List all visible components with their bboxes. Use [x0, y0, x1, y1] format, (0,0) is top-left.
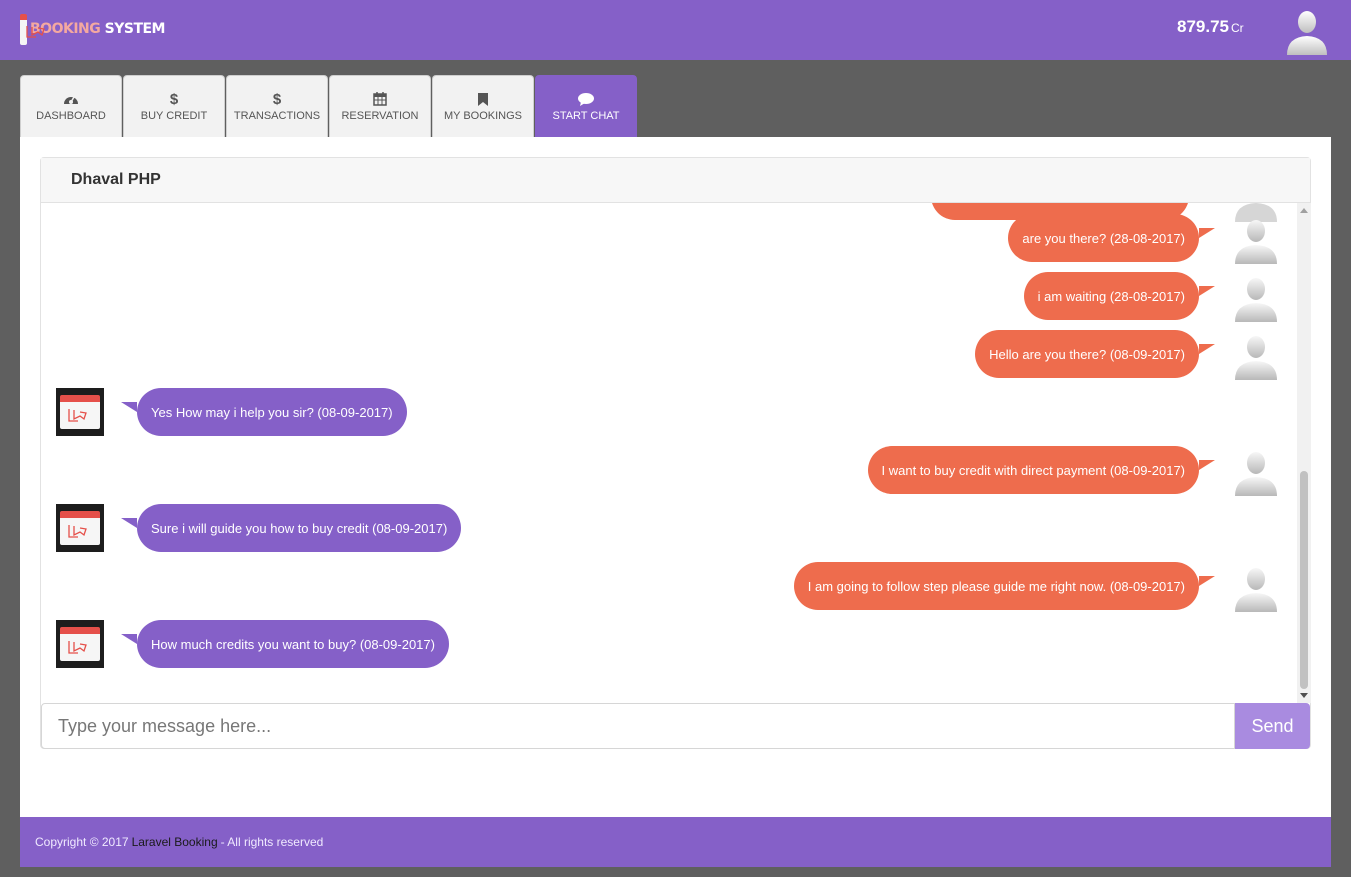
tab-dashboard[interactable]: DASHBOARD: [20, 75, 122, 137]
footer: Copyright © 2017 Laravel Booking - All r…: [20, 817, 1331, 867]
tab-reservation[interactable]: RESERVATION: [329, 75, 431, 137]
dollar-icon: $: [272, 90, 282, 108]
message-incoming: Sure i will guide you how to buy credit …: [120, 504, 462, 552]
message-outgoing: i am waiting (28-08-2017): [1023, 272, 1216, 320]
message-bubble: are you there? (28-08-2017): [1008, 214, 1215, 262]
send-button[interactable]: Send: [1235, 703, 1310, 749]
scroll-down-arrow-icon[interactable]: [1300, 693, 1308, 698]
main-nav: DASHBOARD $ BUY CREDIT $ TRANSACTIONS RE…: [20, 75, 638, 137]
admin-avatar-icon: [56, 620, 104, 668]
logo-calendar-icon: [20, 13, 45, 45]
credit-value: 879.75: [1177, 17, 1229, 36]
scroll-thumb[interactable]: [1300, 471, 1308, 689]
tab-buy-credit[interactable]: $ BUY CREDIT: [123, 75, 225, 137]
message-bubble: Yes How may i help you sir? (08-09-2017): [121, 388, 407, 436]
user-avatar-icon[interactable]: [1283, 5, 1331, 55]
message-outgoing: I am going to follow step please guide m…: [793, 562, 1216, 610]
message-outgoing: are you there? (28-08-2017): [1007, 214, 1215, 262]
main-panel: Dhaval PHP are you there? (28-08-2017) i…: [20, 137, 1331, 817]
message-bubble: I am going to follow step please guide m…: [793, 562, 1216, 610]
copyright-text: Copyright © 2017: [35, 835, 129, 849]
tab-transactions[interactable]: $ TRANSACTIONS: [226, 75, 328, 137]
tab-my-bookings[interactable]: MY BOOKINGS: [432, 75, 534, 137]
message-incoming: How much credits you want to buy? (08-09…: [121, 620, 450, 668]
message-bubble: I want to buy credit with direct payment…: [867, 446, 1216, 494]
message-bubble: How much credits you want to buy? (08-09…: [121, 620, 449, 668]
tab-label: BUY CREDIT: [140, 110, 208, 122]
message-input[interactable]: [41, 703, 1235, 749]
admin-avatar-icon: [56, 504, 104, 552]
message-scrollbar[interactable]: [1297, 203, 1311, 703]
logo[interactable]: BOOKING SYSTEM: [20, 13, 166, 45]
logo-text: BOOKING SYSTEM: [30, 21, 165, 37]
dollar-icon: $: [169, 90, 179, 108]
message-outgoing: Hello are you there? (08-09-2017): [974, 330, 1215, 378]
tab-start-chat[interactable]: START CHAT: [535, 75, 637, 137]
message-outgoing: I want to buy credit with direct payment…: [867, 446, 1216, 494]
tab-label: START CHAT: [552, 110, 620, 122]
tab-label: RESERVATION: [341, 110, 419, 122]
tab-label: MY BOOKINGS: [443, 110, 523, 122]
message-bubble: Hello are you there? (08-09-2017): [975, 330, 1215, 378]
chat-icon: [578, 91, 594, 107]
message-compose: Send: [41, 703, 1310, 749]
bookmark-icon: [478, 91, 488, 107]
footer-link[interactable]: Laravel Booking: [132, 835, 218, 849]
user-avatar-icon: [1231, 214, 1281, 264]
tab-label: DASHBOARD: [36, 110, 106, 122]
user-avatar-icon: [1231, 562, 1281, 612]
message-list[interactable]: are you there? (28-08-2017) i am waiting…: [41, 203, 1296, 703]
user-avatar-icon: [1231, 330, 1281, 380]
credit-balance: 879.75 Cr: [1177, 17, 1244, 37]
message-incoming: Yes How may i help you sir? (08-09-2017): [121, 388, 408, 436]
message-bubble: Sure i will guide you how to buy credit …: [120, 504, 462, 552]
logo-word-system: SYSTEM: [104, 21, 166, 37]
top-bar: BOOKING SYSTEM 879.75 Cr: [0, 0, 1351, 60]
tab-label: TRANSACTIONS: [233, 110, 321, 122]
user-avatar-icon: [1231, 272, 1281, 322]
dashboard-icon: [63, 91, 79, 107]
admin-avatar-icon: [56, 388, 104, 436]
scroll-up-arrow-icon[interactable]: [1300, 208, 1308, 213]
calendar-icon: [373, 91, 387, 107]
chat-title: Dhaval PHP: [41, 158, 1310, 203]
user-avatar-icon: [1231, 446, 1281, 496]
credit-unit: Cr: [1231, 21, 1244, 35]
chat-box: Dhaval PHP are you there? (28-08-2017) i…: [40, 157, 1311, 749]
rights-text: - All rights reserved: [220, 835, 324, 849]
message-bubble: i am waiting (28-08-2017): [1023, 272, 1216, 320]
